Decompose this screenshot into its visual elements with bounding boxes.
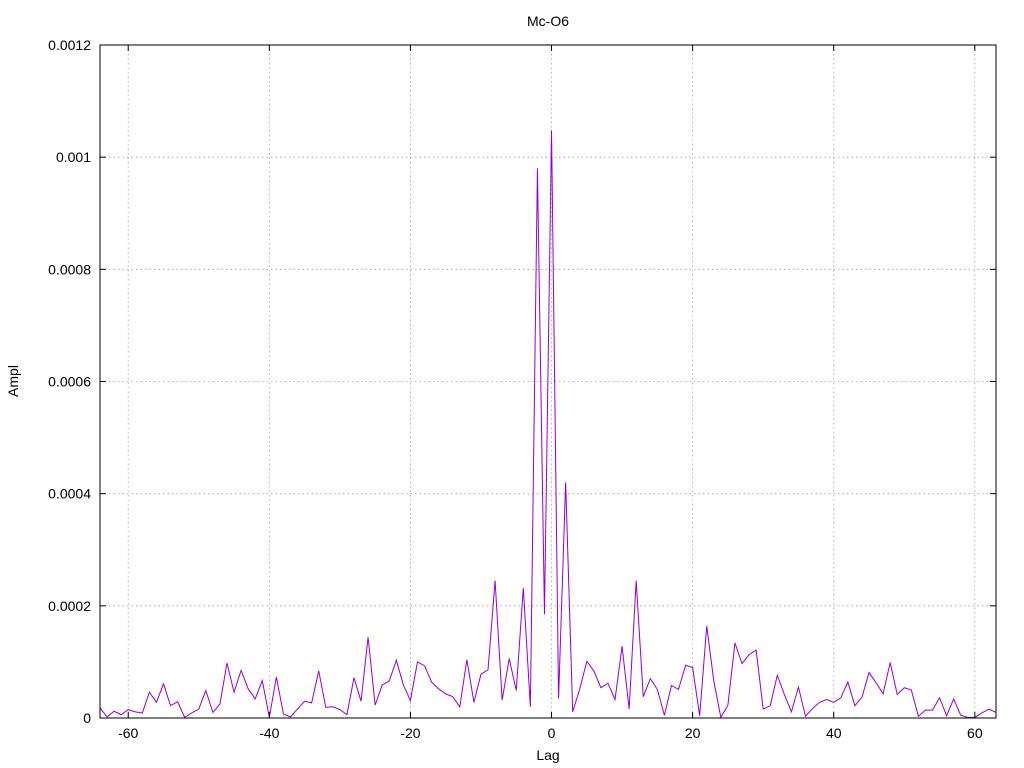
- y-tick-label: 0.0006: [48, 374, 91, 390]
- y-tick-label: 0.0002: [48, 598, 91, 614]
- series-line: [99, 130, 997, 719]
- y-tick-label: 0.001: [56, 149, 91, 165]
- y-tick-label: 0.0004: [48, 486, 91, 502]
- series-layer: [99, 130, 997, 719]
- chart-title: Mc-O6: [527, 13, 569, 29]
- x-tick-label: 40: [826, 725, 842, 741]
- x-tick-label: -20: [400, 725, 420, 741]
- x-tick-label: 20: [685, 725, 701, 741]
- tick-labels: -60 -40 -20 0 20 40 60 0 0.0002 0.0004 0.0006 0.000…: [48, 37, 983, 741]
- y-axis-label: Ampl: [5, 365, 21, 397]
- x-tick-label: 60: [967, 725, 983, 741]
- y-tick-label: 0: [83, 710, 91, 726]
- x-tick-label: -40: [259, 725, 279, 741]
- y-tick-label: 0.0012: [48, 37, 91, 53]
- chart: -60 -40 -20 0 20 40 60 0 0.0002 0.0004 0.0006 0.000…: [5, 13, 997, 763]
- x-tick-label: -60: [118, 725, 138, 741]
- y-tick-label: 0.0008: [48, 261, 91, 277]
- x-axis-label: Lag: [536, 747, 559, 763]
- x-tick-label: 0: [548, 725, 556, 741]
